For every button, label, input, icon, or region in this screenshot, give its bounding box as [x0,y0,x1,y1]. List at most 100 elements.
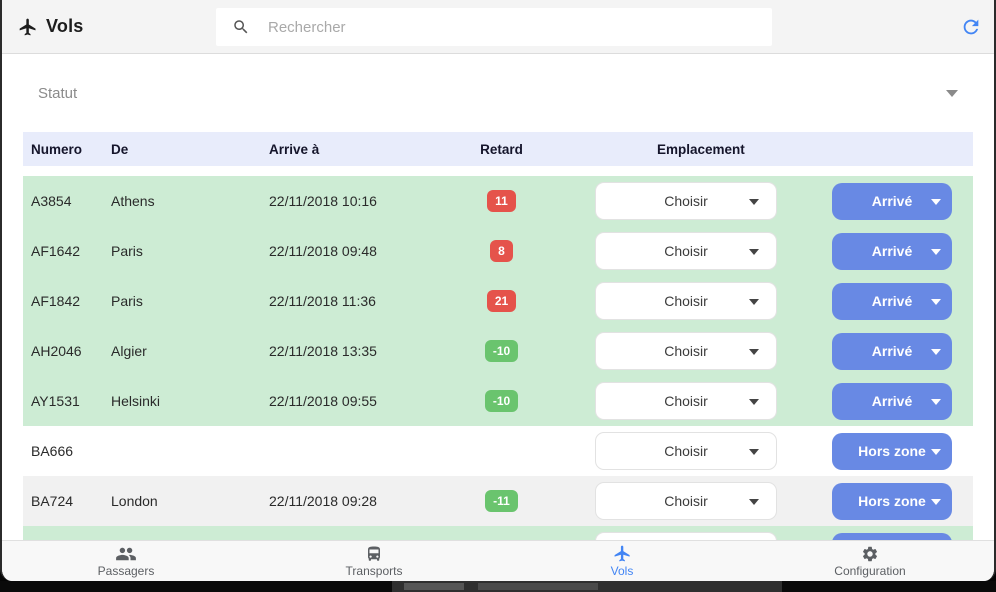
page-title: Vols [46,16,83,37]
flight-status-button[interactable]: Arrivé [832,383,952,420]
flight-status-button[interactable]: Hors zone [832,433,952,470]
flight-icon [18,17,38,37]
bottom-nav: Passagers Transports Vols Configuration [2,540,994,581]
table-header-row: Numero De Arrive à Retard Emplacement [23,132,973,166]
flight-number: AF1642 [31,243,111,259]
flight-arrival-datetime: 22/11/2018 10:16 [269,193,454,209]
flight-row: BA666 Choisir Hors zone [23,426,973,476]
location-select[interactable]: Choisir [595,382,777,420]
status-filter-label: Statut [38,85,77,102]
location-select-label: Choisir [664,393,708,409]
taskbar-segment [404,583,464,590]
location-select[interactable]: Choisir [595,432,777,470]
flight-arrival-datetime: 22/11/2018 09:55 [269,393,454,409]
flight-status-label: Hors zone [858,443,926,459]
chevron-down-icon [931,299,941,305]
flight-arrival-datetime: 22/11/2018 09:48 [269,243,454,259]
delay-badge: 21 [487,290,516,312]
flight-origin: Paris [111,243,269,259]
nav-label: Passagers [98,564,155,578]
gear-icon [861,545,879,563]
flight-number: BA724 [31,493,111,509]
chevron-down-icon [931,499,941,505]
location-select[interactable]: Choisir [595,482,777,520]
refresh-icon [960,16,982,38]
chevron-down-icon [931,349,941,355]
location-select[interactable]: Choisir [595,282,777,320]
column-header-numero: Numero [31,142,111,157]
flight-status-button[interactable]: Arrivé [832,333,952,370]
flight-status-label: Arrivé [872,193,912,209]
flight-row: AH2046 Algier 22/11/2018 13:35 -10 Chois… [23,326,973,376]
chevron-down-icon [931,399,941,405]
flight-status-label: Arrivé [872,393,912,409]
flight-status-button[interactable] [832,533,952,541]
delay-badge: 8 [490,240,513,262]
flight-arrival-datetime: 22/11/2018 13:35 [269,343,454,359]
chevron-down-icon [749,499,759,505]
nav-item-transports[interactable]: Transports [250,541,498,581]
flight-status-button[interactable]: Arrivé [832,183,952,220]
flight-origin: Helsinki [111,393,269,409]
taskbar-segment [478,583,598,590]
flight-number: BA666 [31,443,111,459]
plane-icon [613,544,632,563]
bus-icon [365,545,383,563]
flight-status-label: Arrivé [872,293,912,309]
search-input[interactable] [266,18,696,37]
column-header-retard: Retard [454,142,549,157]
chevron-down-icon [931,449,941,455]
taskbar-strip [0,581,996,592]
chevron-down-icon [749,449,759,455]
flight-status-label: Arrivé [872,343,912,359]
delay-badge: -11 [485,490,518,512]
flight-row: A3854 Athens 22/11/2018 10:16 11 Choisir… [23,176,973,226]
flight-arrival-datetime: 22/11/2018 09:28 [269,493,454,509]
chevron-down-icon [749,249,759,255]
location-select[interactable]: Choisir [595,332,777,370]
flight-status-button[interactable]: Arrivé [832,233,952,270]
location-select[interactable]: Choisir [595,532,777,540]
delay-badge: -10 [485,340,518,362]
chevron-down-icon [931,249,941,255]
flight-arrival-datetime: 22/11/2018 11:36 [269,293,454,309]
nav-item-vols[interactable]: Vols [498,541,746,581]
refresh-button[interactable] [960,16,982,41]
flight-origin: Athens [111,193,269,209]
people-icon [115,545,137,563]
location-select[interactable]: Choisir [595,182,777,220]
flight-table: A3854 Athens 22/11/2018 10:16 11 Choisir… [23,176,973,540]
flight-status-button[interactable]: Arrivé [832,283,952,320]
chevron-down-icon [931,199,941,205]
nav-label: Configuration [834,564,905,578]
location-select[interactable]: Choisir [595,232,777,270]
search-icon [232,18,250,36]
nav-item-passagers[interactable]: Passagers [2,541,250,581]
status-filter-select[interactable]: Statut [2,54,994,132]
location-select-label: Choisir [664,493,708,509]
column-header-de: De [111,142,269,157]
delay-badge: 11 [487,190,516,212]
location-select-label: Choisir [664,243,708,259]
flight-row: AY1531 Helsinki 22/11/2018 09:55 -10 Cho… [23,376,973,426]
flight-origin: London [111,493,269,509]
chevron-down-icon [749,199,759,205]
chevron-down-icon [749,399,759,405]
app-window: Vols Statut Numero De Arrive à Retard Em… [0,0,996,581]
flight-origin: Paris [111,293,269,309]
chevron-down-icon [749,299,759,305]
location-select-label: Choisir [664,343,708,359]
flight-status-label: Arrivé [872,243,912,259]
flight-number: AF1842 [31,293,111,309]
location-select-label: Choisir [664,193,708,209]
main-content: Statut Numero De Arrive à Retard Emplace… [2,54,994,540]
search-box[interactable] [216,8,772,46]
nav-label: Transports [346,564,403,578]
flight-row: BA724 London 22/11/2018 09:28 -11 Choisi… [23,476,973,526]
flight-status-button[interactable]: Hors zone [832,483,952,520]
flight-row: Choisir [23,526,973,540]
nav-label: Vols [611,564,634,578]
chevron-down-icon [749,349,759,355]
nav-item-configuration[interactable]: Configuration [746,541,994,581]
chevron-down-icon [946,90,958,97]
